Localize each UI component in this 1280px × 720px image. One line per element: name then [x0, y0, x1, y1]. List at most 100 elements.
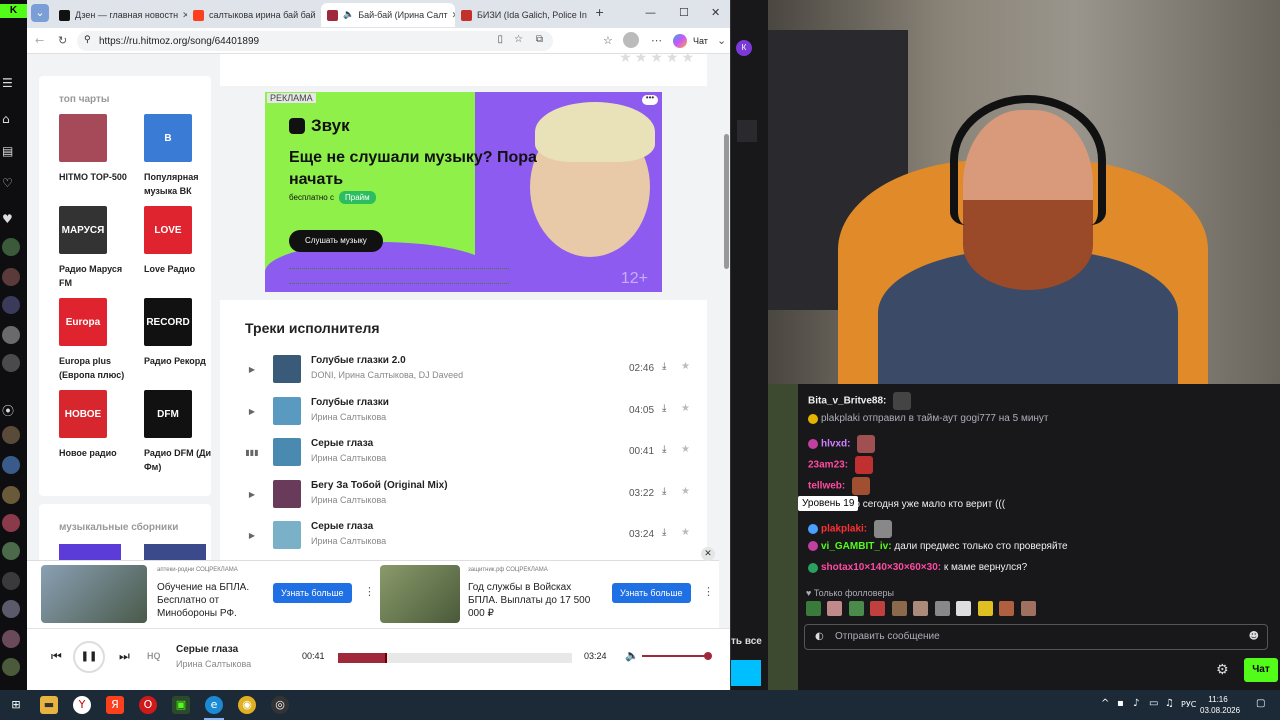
network-icon[interactable]: ▭	[1149, 698, 1158, 709]
favorite-star-icon[interactable]: ★	[681, 403, 690, 414]
channel-avatar[interactable]	[2, 456, 20, 474]
next-track-icon[interactable]: ⏭	[119, 649, 130, 664]
volume-slider[interactable]	[642, 652, 712, 660]
chevron-down-icon[interactable]: ⌄	[717, 34, 726, 47]
play-icon[interactable]: ▶	[244, 528, 260, 544]
emote[interactable]	[913, 601, 929, 616]
learn-more-button[interactable]: Узнать больше	[612, 583, 691, 603]
yandex-browser-icon[interactable]: Y	[73, 696, 91, 714]
download-icon[interactable]: ⤓	[662, 403, 666, 414]
emote[interactable]	[1020, 601, 1036, 616]
emote[interactable]	[870, 601, 886, 616]
channel-avatar[interactable]	[2, 630, 20, 648]
emote[interactable]	[848, 601, 864, 616]
favorites-icon[interactable]: ☆	[603, 34, 613, 47]
ad-more-icon[interactable]: ⋮	[364, 585, 375, 598]
live-icon[interactable]: ⦿	[2, 402, 14, 419]
chat-username[interactable]: tellweb:	[808, 481, 845, 492]
favorite-star-icon[interactable]: ★	[681, 361, 690, 372]
ad-more-icon[interactable]: •••	[642, 94, 658, 105]
favorite-star-icon[interactable]: ★	[681, 486, 690, 497]
profile-avatar[interactable]	[623, 32, 639, 48]
obs-icon[interactable]: ◎	[271, 696, 289, 714]
emote[interactable]	[999, 601, 1015, 616]
channel-avatar[interactable]	[2, 542, 20, 560]
see-all-link[interactable]: ть все	[731, 636, 762, 647]
play-icon[interactable]: ▶	[244, 487, 260, 503]
equalizer-icon[interactable]: ▮▮▮	[244, 445, 260, 461]
user-avatar[interactable]: К	[736, 40, 752, 56]
channel-avatar[interactable]	[2, 658, 20, 676]
rating-stars[interactable]: ★★★★★	[619, 54, 697, 66]
channel-avatar[interactable]	[2, 238, 20, 256]
gear-icon[interactable]: ⚙	[1216, 662, 1229, 678]
start-icon[interactable]: ⊞	[7, 696, 25, 714]
channel-avatar[interactable]	[2, 600, 20, 618]
chat-username[interactable]: hlvxd:	[821, 438, 850, 449]
chat-message[interactable]: vi_GAMBIT_iv: дали предмес только сто пр…	[808, 541, 1068, 552]
close-ads-icon[interactable]: ✕	[701, 547, 715, 561]
favorite-star-icon[interactable]: ★	[681, 444, 690, 455]
track-row[interactable]: ▶ Бегу За Тобой (Original Mix) Ирина Салты…	[240, 477, 695, 513]
url-input[interactable]: ⚲ https://ru.hitmoz.org/song/64401899 ▯ …	[77, 31, 553, 51]
hq-toggle[interactable]: HQ	[147, 651, 161, 661]
chart-item[interactable]: HITMO TOP-500	[59, 114, 129, 184]
chat-username[interactable]: Bita_v_Britve88:	[808, 396, 886, 407]
chat-username[interactable]: plakplaki:	[821, 523, 867, 534]
chart-item[interactable]: МАРУСЯ Радио Маруся FM	[59, 206, 129, 290]
new-tab-icon[interactable]: +	[595, 6, 604, 19]
channel-avatar[interactable]	[2, 354, 20, 372]
play-icon[interactable]: ▶	[244, 362, 260, 378]
edge-icon[interactable]: e	[205, 696, 223, 714]
heart-icon[interactable]: ♥	[2, 212, 13, 226]
language-indicator[interactable]: РУС	[1181, 700, 1196, 709]
play-icon[interactable]: ▶	[244, 404, 260, 420]
opera-icon[interactable]: O	[139, 696, 157, 714]
chat-message[interactable]: plakplaki отправил в тайм-аут gogi777 на…	[808, 413, 1049, 424]
track-row[interactable]: ▶ Голубые глазки 2.0 DONI, Ирина Салтыкова…	[240, 352, 695, 388]
maximize-icon[interactable]: ☐	[679, 6, 689, 19]
bookmark-star-icon[interactable]: ☆	[514, 34, 523, 45]
close-window-icon[interactable]: ✕	[711, 6, 720, 19]
progress-bar[interactable]	[338, 653, 572, 663]
track-row[interactable]: ▶ Голубые глазки Ирина Салтыкова 04:05 ⤓ ★	[240, 394, 695, 430]
chat-message[interactable]: shotax10×140×30×60×30: к маме вернулся?	[808, 562, 1027, 573]
clock[interactable]: 11:16 03.08.2026	[1200, 694, 1240, 716]
extensions-icon[interactable]: ⧉	[536, 34, 543, 45]
channel-avatar[interactable]	[2, 514, 20, 532]
tab-youtube[interactable]: БИЗИ (Ida Galich, Police In ✕	[455, 3, 589, 27]
previous-track-icon[interactable]: ⏮	[51, 649, 62, 664]
tab-yandex-search[interactable]: салтыкова ирина бай бай ✕	[187, 3, 321, 27]
channel-avatar[interactable]	[2, 268, 20, 286]
close-tab-icon[interactable]: ✕	[448, 10, 455, 21]
home-icon[interactable]: ⌂	[2, 112, 10, 126]
volume-tray-icon[interactable]: ♫	[1165, 698, 1174, 709]
emote[interactable]	[891, 601, 907, 616]
chart-item[interactable]: RECORD Радио Рекорд	[144, 298, 214, 368]
send-chat-button[interactable]: Чат	[1244, 658, 1278, 682]
minimize-icon[interactable]: —	[645, 6, 656, 19]
app-icon[interactable]: ▣	[172, 696, 190, 714]
menu-icon[interactable]: ☰	[2, 76, 13, 90]
copilot-icon[interactable]	[673, 34, 687, 48]
chart-item[interactable]: НОВОЕ Новое радио	[59, 390, 129, 460]
emote[interactable]	[827, 601, 843, 616]
bottom-ad[interactable]: защитник.рф СОЦРЕКЛАМА Год службы в Войс…	[380, 565, 714, 625]
tab-actions-icon[interactable]: ⌄	[31, 4, 49, 22]
tray-expand-icon[interactable]: ^	[1101, 698, 1109, 709]
file-explorer-icon[interactable]: ▬	[40, 696, 58, 714]
chat-message[interactable]: tellweb:	[808, 477, 871, 496]
download-icon[interactable]: ⤓	[662, 486, 666, 497]
zvuk-ad-banner[interactable]: РЕКЛАМА ••• Звук Еще не слушали музыку? …	[265, 92, 662, 292]
chat-label[interactable]: Чат	[693, 36, 708, 46]
kick-logo[interactable]: K	[0, 4, 27, 18]
chat-message[interactable]: hlvxd:	[808, 434, 876, 453]
yandex-icon[interactable]: Я	[106, 696, 124, 714]
chart-item[interactable]: LOVE Love Радио	[144, 206, 214, 276]
notifications-icon[interactable]: ▢	[1256, 698, 1265, 709]
page-scrollbar[interactable]	[724, 134, 729, 269]
tray-app-icon[interactable]: ▪	[1117, 698, 1124, 709]
download-icon[interactable]: ⤓	[662, 361, 666, 372]
channel-avatar[interactable]	[2, 296, 20, 314]
more-menu-icon[interactable]: ⋯	[651, 34, 662, 47]
